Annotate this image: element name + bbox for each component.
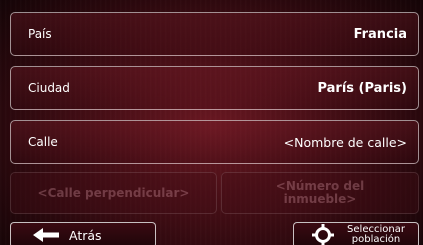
- city-label: Ciudad: [28, 81, 70, 95]
- country-field[interactable]: País Francia: [10, 12, 419, 56]
- arrow-left-icon: [33, 228, 59, 242]
- select-town-label-line2: población: [351, 234, 401, 245]
- city-field[interactable]: Ciudad París (Paris): [10, 66, 419, 110]
- back-label: Atrás: [69, 227, 102, 243]
- country-label: País: [28, 27, 52, 41]
- country-value: Francia: [353, 26, 407, 42]
- select-town-button[interactable]: Seleccionar población: [293, 222, 419, 245]
- street-field[interactable]: Calle <Nombre de calle>: [10, 120, 419, 164]
- street-label: Calle: [28, 135, 58, 149]
- house-number-label: <Número del inmueble>: [276, 180, 364, 206]
- address-entry-screen: País Francia Ciudad París (Paris) Calle …: [0, 0, 423, 245]
- crosshair-icon: [312, 224, 334, 245]
- city-value: París (Paris): [317, 80, 407, 96]
- street-value: <Nombre de calle>: [283, 134, 407, 150]
- back-button[interactable]: Atrás: [10, 222, 156, 245]
- select-town-label: Seleccionar población: [340, 225, 412, 245]
- house-number-label-line2: inmueble>: [283, 192, 357, 206]
- cross-street-label: <Calle perpendicular>: [37, 185, 190, 200]
- cross-street-button[interactable]: <Calle perpendicular>: [10, 172, 217, 214]
- house-number-button[interactable]: <Número del inmueble>: [221, 172, 419, 214]
